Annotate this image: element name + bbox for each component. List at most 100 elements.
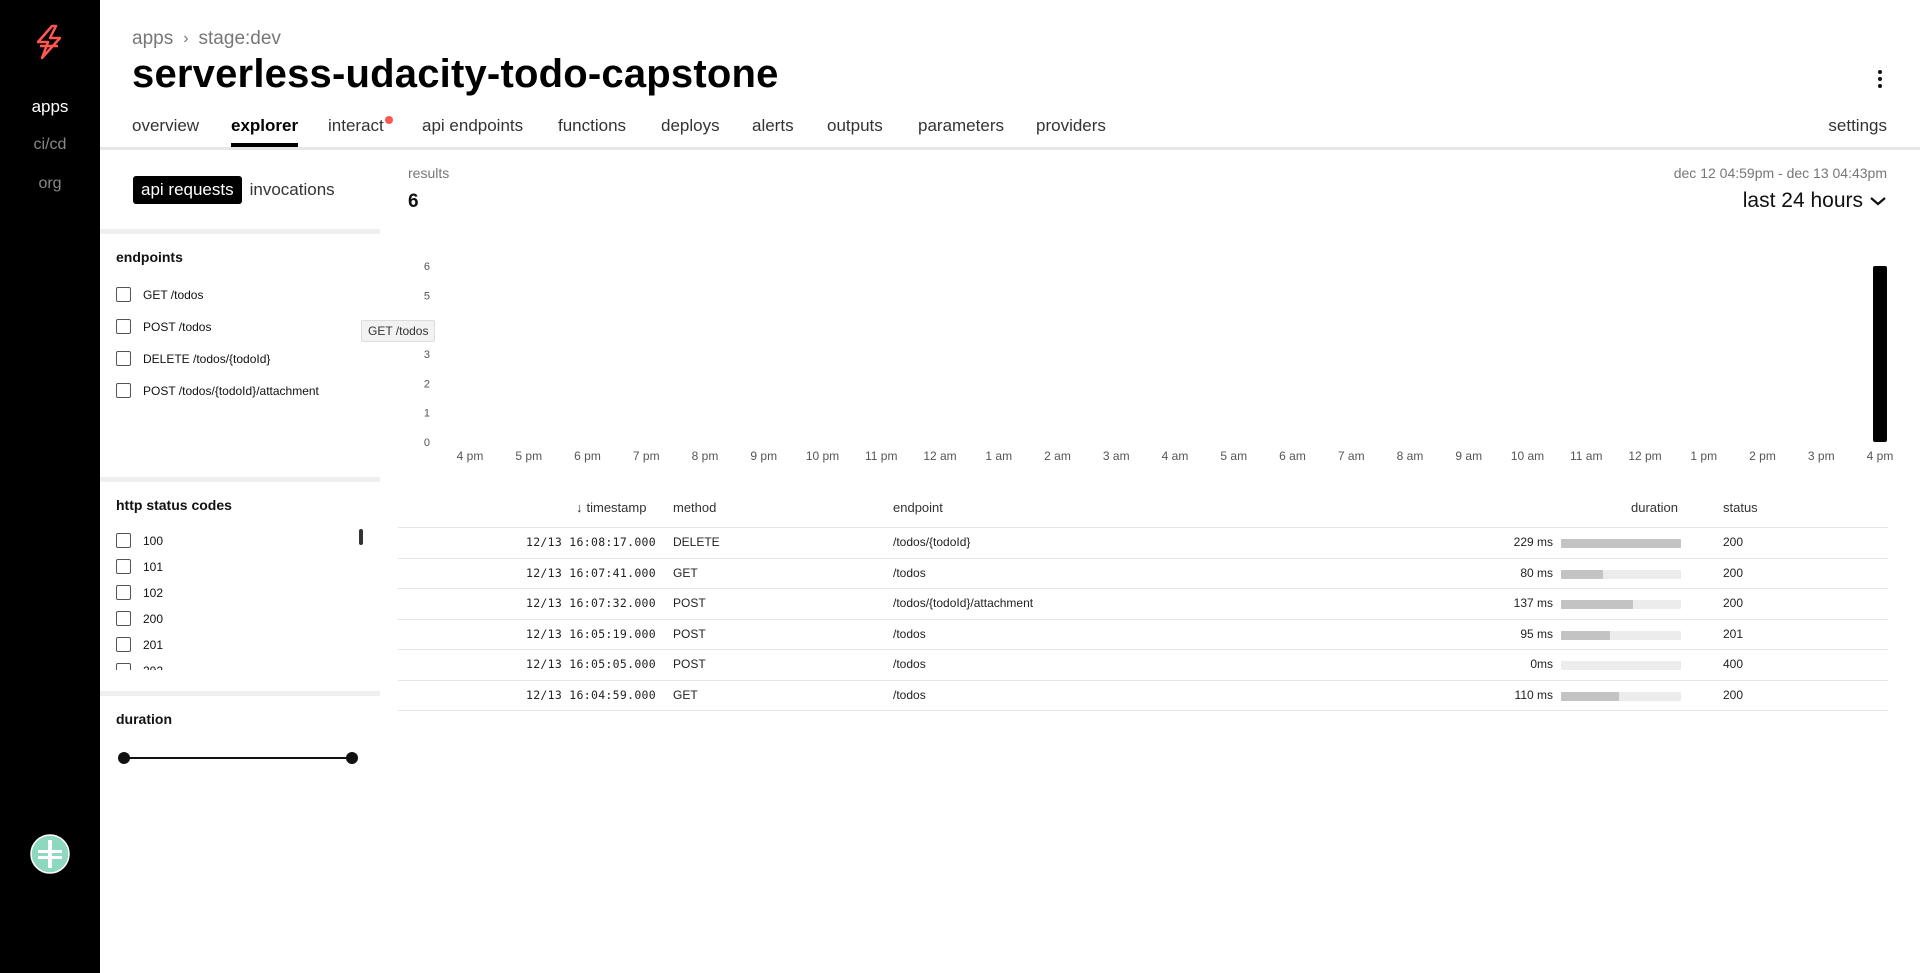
checkbox[interactable] [116, 663, 131, 670]
checkbox[interactable] [116, 585, 131, 600]
status-cell: 201 [1723, 626, 1744, 641]
table-row[interactable]: 12/13 16:08:17.000 DELETE/todos/{todoId} 2… [398, 528, 1888, 559]
rail-item-apps[interactable]: apps [0, 97, 100, 117]
results-label: results [408, 165, 450, 181]
y-tick-label: 5 [424, 290, 430, 302]
status-header[interactable]: status [1723, 494, 1758, 522]
duration-bar-fill [1561, 569, 1603, 579]
timestamp-cell: 12/13 16:07:32.000 [525, 596, 656, 610]
checkbox[interactable] [116, 559, 131, 574]
tab-interact[interactable]: interact [328, 116, 393, 136]
scrollbar-thumb[interactable] [359, 529, 363, 545]
duration-bar-fill [1561, 600, 1633, 609]
y-tick-label: 6 [424, 261, 430, 273]
tab-api-endpoints[interactable]: api endpoints [422, 116, 523, 136]
status-filter-item[interactable]: 101 [116, 559, 163, 574]
tab-alerts[interactable]: alerts [752, 116, 794, 136]
x-tick-label: 10 pm [806, 449, 839, 463]
duration-range-slider[interactable] [118, 751, 358, 765]
tab-functions[interactable]: functions [558, 116, 626, 136]
date-range: dec 12 04:59pm - dec 13 04:43pm [1673, 165, 1887, 181]
tab-parameters[interactable]: parameters [918, 116, 1004, 136]
x-tick-label: 9 pm [750, 449, 777, 463]
x-tick-label: 5 am [1220, 449, 1247, 463]
endpoint-filter-item[interactable]: POST /todos [116, 319, 211, 334]
y-tick-label: 0 [424, 437, 430, 449]
duration-cell: 137 ms [1513, 596, 1553, 610]
rail-item-cicd[interactable]: ci/cd [0, 136, 100, 154]
x-tick-label: 2 am [1044, 449, 1071, 463]
checkbox[interactable] [116, 637, 131, 652]
x-tick-label: 5 pm [515, 449, 542, 463]
duration-bar [1561, 691, 1681, 701]
endpoint-cell: /todos/{todoId}/attachment [893, 596, 1034, 610]
breadcrumb-stage[interactable]: stage:dev [199, 28, 281, 50]
table-row[interactable]: 12/13 16:07:41.000 GET/todos 80 ms 200 [398, 559, 1888, 589]
requests-bar-chart: 01234564 pm5 pm6 pm7 pm8 pm9 pm10 pm11 p… [424, 261, 1893, 463]
status-code-list[interactable]: 100 101 102 200 201 202 [110, 530, 372, 670]
status-cell: 200 [1723, 687, 1744, 702]
endpoint-filter-item[interactable]: POST /todos/{todoId}/attachment [116, 383, 319, 398]
method-cell: GET [673, 687, 698, 702]
duration-bar [1561, 539, 1681, 548]
chart-tooltip: GET /todos [361, 320, 436, 342]
method-cell: GET [673, 565, 698, 580]
method-cell: DELETE [673, 535, 720, 549]
breadcrumb: apps › stage:dev [132, 28, 281, 50]
x-tick-label: 10 am [1511, 449, 1544, 463]
x-tick-label: 3 am [1103, 449, 1130, 463]
breadcrumb-apps[interactable]: apps [132, 28, 173, 50]
checkbox[interactable] [116, 611, 131, 626]
panel-divider [100, 477, 380, 482]
chevron-right-icon: › [183, 30, 189, 47]
tab-settings[interactable]: settings [1828, 116, 1887, 136]
duration-header[interactable]: duration [1631, 494, 1678, 522]
duration-bar-fill [1561, 691, 1619, 701]
avatar[interactable] [30, 834, 70, 874]
timestamp-cell: 12/13 16:07:41.000 [525, 565, 656, 580]
checkbox[interactable] [116, 319, 131, 334]
tab-explorer[interactable]: explorer [231, 116, 299, 147]
method-header[interactable]: method [673, 494, 716, 522]
results-count: 6 [408, 191, 419, 212]
x-tick-label: 6 pm [574, 449, 601, 463]
timeframe-select[interactable]: last 24 hours [1743, 189, 1887, 213]
endpoint-filter-item[interactable]: GET /todos [116, 287, 203, 302]
table-row[interactable]: 12/13 16:05:19.000 POST/todos 95 ms 201 [398, 620, 1888, 650]
status-filter-item[interactable]: 202 [116, 663, 163, 670]
data-source-toggle: api requests invocations [133, 176, 343, 204]
table-row[interactable]: 12/13 16:07:32.000 POST/todos/{todoId}/at… [398, 589, 1888, 620]
checkbox[interactable] [116, 533, 131, 548]
endpoint-header[interactable]: endpoint [893, 494, 943, 522]
table-header: ↓ timestamp method endpoint duration stat… [398, 494, 1888, 528]
toggle-api-requests[interactable]: api requests [133, 176, 242, 204]
table-row[interactable]: 12/13 16:04:59.000 GET/todos 110 ms 200 [398, 681, 1888, 711]
chart-bar[interactable] [1873, 266, 1887, 442]
status-filter-item[interactable]: 102 [116, 585, 163, 600]
serverless-logo-icon[interactable] [30, 22, 70, 62]
status-filter-item[interactable]: 200 [116, 611, 163, 626]
status-filter-item[interactable]: 201 [116, 637, 163, 652]
toggle-invocations[interactable]: invocations [242, 176, 343, 204]
timestamp-header[interactable]: ↓ timestamp [576, 494, 646, 522]
tab-overview[interactable]: overview [132, 116, 199, 136]
rail-item-org[interactable]: org [0, 175, 100, 193]
tab-deploys[interactable]: deploys [661, 116, 720, 136]
duration-bar [1561, 661, 1681, 670]
status-codes-title: http status codes [116, 497, 232, 513]
tab-outputs[interactable]: outputs [827, 116, 883, 136]
app-root: apps ci/cd org apps › stage:dev serverle… [0, 0, 1920, 973]
table-row[interactable]: 12/13 16:05:05.000 POST/todos 0ms 400 [398, 650, 1888, 681]
more-options-icon[interactable] [1868, 66, 1892, 92]
status-cell: 200 [1723, 565, 1744, 580]
method-cell: POST [673, 657, 706, 671]
slider-handle-max[interactable] [346, 752, 358, 764]
checkbox[interactable] [116, 351, 131, 366]
left-rail: apps ci/cd org [0, 0, 100, 973]
checkbox[interactable] [116, 287, 131, 302]
endpoint-filter-item[interactable]: DELETE /todos/{todoId} [116, 351, 270, 366]
checkbox[interactable] [116, 383, 131, 398]
tab-providers[interactable]: providers [1036, 116, 1106, 136]
slider-handle-min[interactable] [118, 752, 130, 764]
status-filter-item[interactable]: 100 [116, 533, 163, 548]
